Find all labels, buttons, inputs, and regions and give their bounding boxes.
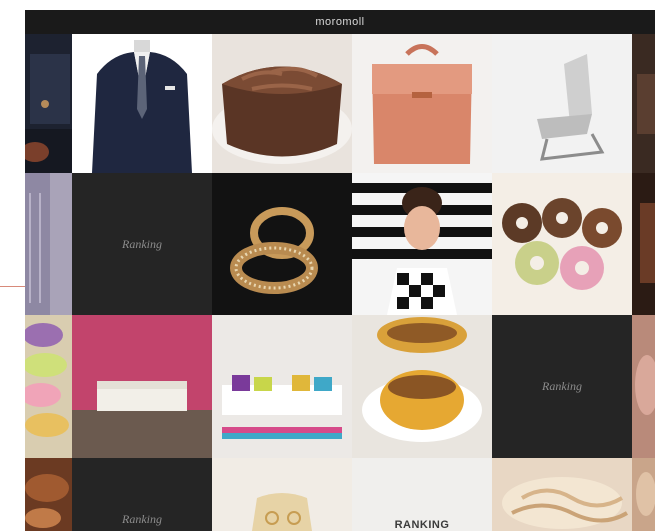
donuts-image (492, 173, 632, 315)
product-tile-food[interactable] (25, 458, 72, 531)
ranking-tile-2[interactable]: Ranking (492, 315, 632, 458)
ranking-label: RANKING (394, 519, 450, 531)
ranking-label: Ranking (122, 512, 162, 526)
product-tile-gold[interactable] (212, 458, 352, 531)
cake-image (212, 34, 352, 173)
edge-product-image (632, 173, 655, 315)
product-tile-noodles[interactable] (492, 458, 632, 531)
handbag-image (352, 34, 492, 173)
product-tile-edge-3[interactable] (632, 315, 655, 458)
ranking-label: Ranking (542, 379, 582, 393)
product-tile-sofa-white[interactable] (212, 315, 352, 458)
product-tile-dark[interactable] (632, 34, 655, 173)
product-tile-handbag[interactable] (352, 34, 492, 173)
product-tile-edge-4[interactable] (632, 458, 655, 531)
brand-logo[interactable]: moromoll (315, 16, 364, 28)
model-stripes-image (352, 173, 492, 315)
ranking-tile-4[interactable]: RANKING (352, 458, 492, 531)
suit-image (72, 34, 212, 173)
product-grid: Ranking Ranking Ranking RANKING (25, 34, 655, 531)
macarons-image (25, 315, 72, 458)
sofa-white-image (212, 315, 352, 458)
product-tile-macarons[interactable] (25, 315, 72, 458)
product-tile-chair[interactable] (492, 34, 632, 173)
knit-image (25, 173, 72, 315)
product-tile-cake[interactable] (212, 34, 352, 173)
sofa-pink-image (72, 315, 212, 458)
gold-jewelry-image (212, 458, 352, 531)
ranking-tile-3[interactable]: Ranking (72, 458, 212, 531)
product-tile-sofa-pink[interactable] (72, 315, 212, 458)
rings-image (212, 173, 352, 315)
product-tile-rings[interactable] (212, 173, 352, 315)
noodles-image (492, 458, 632, 531)
product-tile-pudding[interactable] (352, 315, 492, 458)
product-tile-donuts[interactable] (492, 173, 632, 315)
product-tile-jeans[interactable] (25, 34, 72, 173)
product-tile-knit[interactable] (25, 173, 72, 315)
edge-product-image (632, 458, 655, 531)
pudding-image (352, 315, 492, 458)
ranking-tile-1[interactable]: Ranking (72, 173, 212, 315)
jeans-image (25, 34, 72, 173)
product-tile-edge-2[interactable] (632, 173, 655, 315)
edge-product-image (632, 315, 655, 458)
product-tile-model[interactable] (352, 173, 492, 315)
top-bar: moromoll (25, 10, 655, 34)
ranking-label: Ranking (122, 236, 162, 251)
dark-product-image (632, 34, 655, 173)
food-image (25, 458, 72, 531)
app-window: moromoll Ranking Ranking Ranking RANKING (25, 10, 655, 531)
product-tile-suit[interactable] (72, 34, 212, 173)
chair-image (492, 34, 632, 173)
